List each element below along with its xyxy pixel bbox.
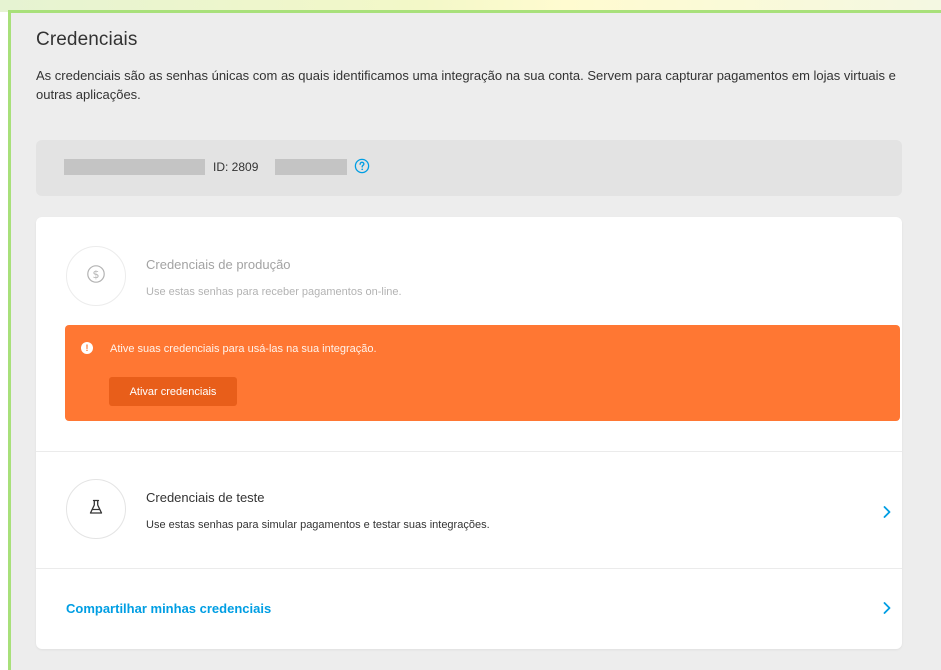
- alert-message: Ative suas credenciais para usá-las na s…: [110, 343, 377, 355]
- redacted-account-name: [64, 159, 205, 175]
- dollar-circle-icon: $: [86, 264, 106, 289]
- page-description: As credenciais são as senhas únicas com …: [36, 68, 896, 102]
- question-circle-icon[interactable]: [354, 158, 370, 174]
- flask-icon: [87, 498, 105, 521]
- share-credentials-link[interactable]: Compartilhar minhas credenciais: [66, 601, 271, 616]
- production-title: Credenciais de produção: [146, 257, 291, 272]
- test-icon-circle: [66, 479, 126, 539]
- test-credentials-row[interactable]: [36, 452, 902, 568]
- production-subtitle: Use estas senhas para receber pagamentos…: [146, 286, 402, 298]
- svg-text:$: $: [93, 268, 100, 281]
- chevron-right-icon[interactable]: [880, 505, 894, 519]
- test-title: Credenciais de teste: [146, 490, 265, 505]
- activate-credentials-button[interactable]: Ativar credenciais: [109, 377, 237, 406]
- chevron-right-icon[interactable]: [880, 601, 894, 615]
- production-icon-circle: $: [66, 246, 126, 306]
- credentials-card: $ Credenciais de produção Use estas senh…: [36, 217, 902, 649]
- account-bar: ID: 2809: [36, 140, 902, 196]
- exclamation-icon: !: [81, 342, 93, 354]
- activation-alert: ! Ative suas credenciais para usá-las na…: [65, 325, 900, 421]
- page-title: Credenciais: [36, 29, 138, 50]
- account-id-label: ID: 2809: [213, 160, 259, 174]
- redacted-account-id: [275, 159, 347, 175]
- test-subtitle: Use estas senhas para simular pagamentos…: [146, 519, 490, 531]
